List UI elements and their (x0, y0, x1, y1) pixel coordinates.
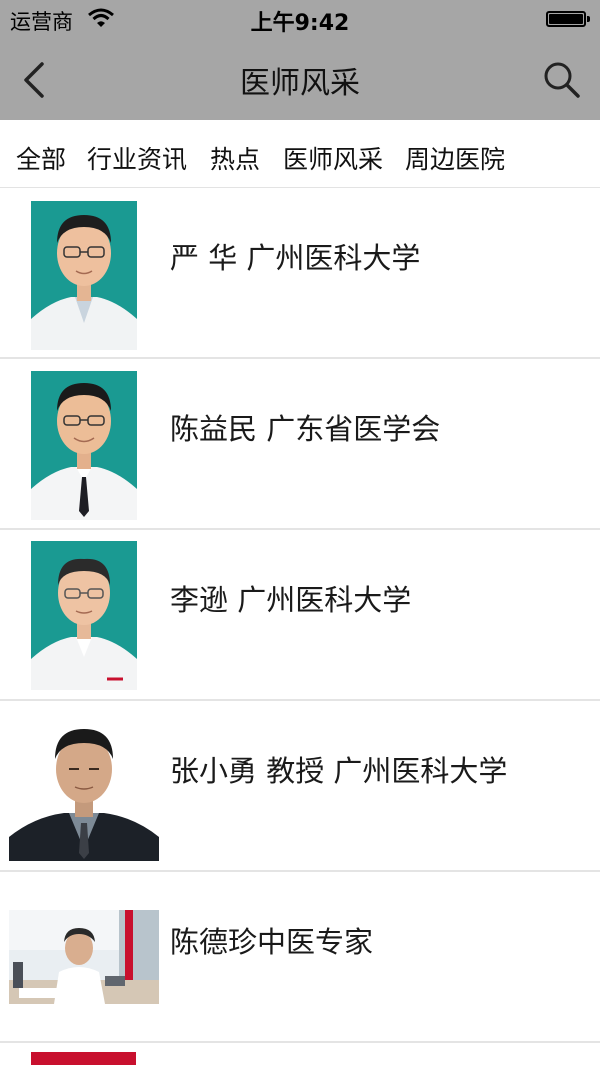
list-item[interactable]: 严 华 广州医科大学 (0, 188, 600, 359)
status-bar: 运营商 上午9:42 (0, 0, 600, 40)
clock-time: 上午9:42 (250, 11, 350, 36)
tab-doctor-profiles[interactable]: 医师风采 (283, 140, 383, 176)
doctor-name: 李逊 广州医科大学 (170, 583, 412, 617)
tab-hot[interactable]: 热点 (210, 140, 260, 176)
doctor-list: 严 华 广州医科大学 陈益民 广东省医学会 李逊 广州医科大学 张小勇 教授 广… (0, 188, 600, 1043)
list-item[interactable]: 张小勇 教授 广州医科大学 (0, 701, 600, 872)
battery-icon (546, 11, 590, 27)
doctor-photo (9, 725, 159, 861)
list-item[interactable]: 陈益民 广东省医学会 (0, 359, 600, 530)
doctor-photo (31, 371, 137, 520)
tab-industry-news[interactable]: 行业资讯 (87, 140, 187, 176)
doctor-name: 陈益民 广东省医学会 (170, 412, 441, 446)
category-tabs: 全部 行业资讯 热点 医师风采 周边医院 (0, 120, 600, 188)
navigation-bar: 医师风采 (0, 40, 600, 120)
doctor-name: 严 华 广州医科大学 (170, 241, 421, 275)
search-icon[interactable] (542, 60, 582, 100)
tab-all[interactable]: 全部 (16, 140, 66, 176)
doctor-photo (31, 541, 137, 690)
partial-next-photo (31, 1052, 136, 1065)
doctor-photo (9, 910, 159, 1004)
doctor-photo (31, 201, 137, 350)
list-item[interactable]: 李逊 广州医科大学 (0, 530, 600, 701)
list-item[interactable]: 陈德珍中医专家 (0, 872, 600, 1043)
page-title: 医师风采 (240, 66, 360, 101)
doctor-name: 张小勇 教授 广州医科大学 (170, 754, 508, 788)
doctor-name: 陈德珍中医专家 (170, 925, 374, 959)
tab-nearby-hospitals[interactable]: 周边医院 (405, 140, 505, 176)
